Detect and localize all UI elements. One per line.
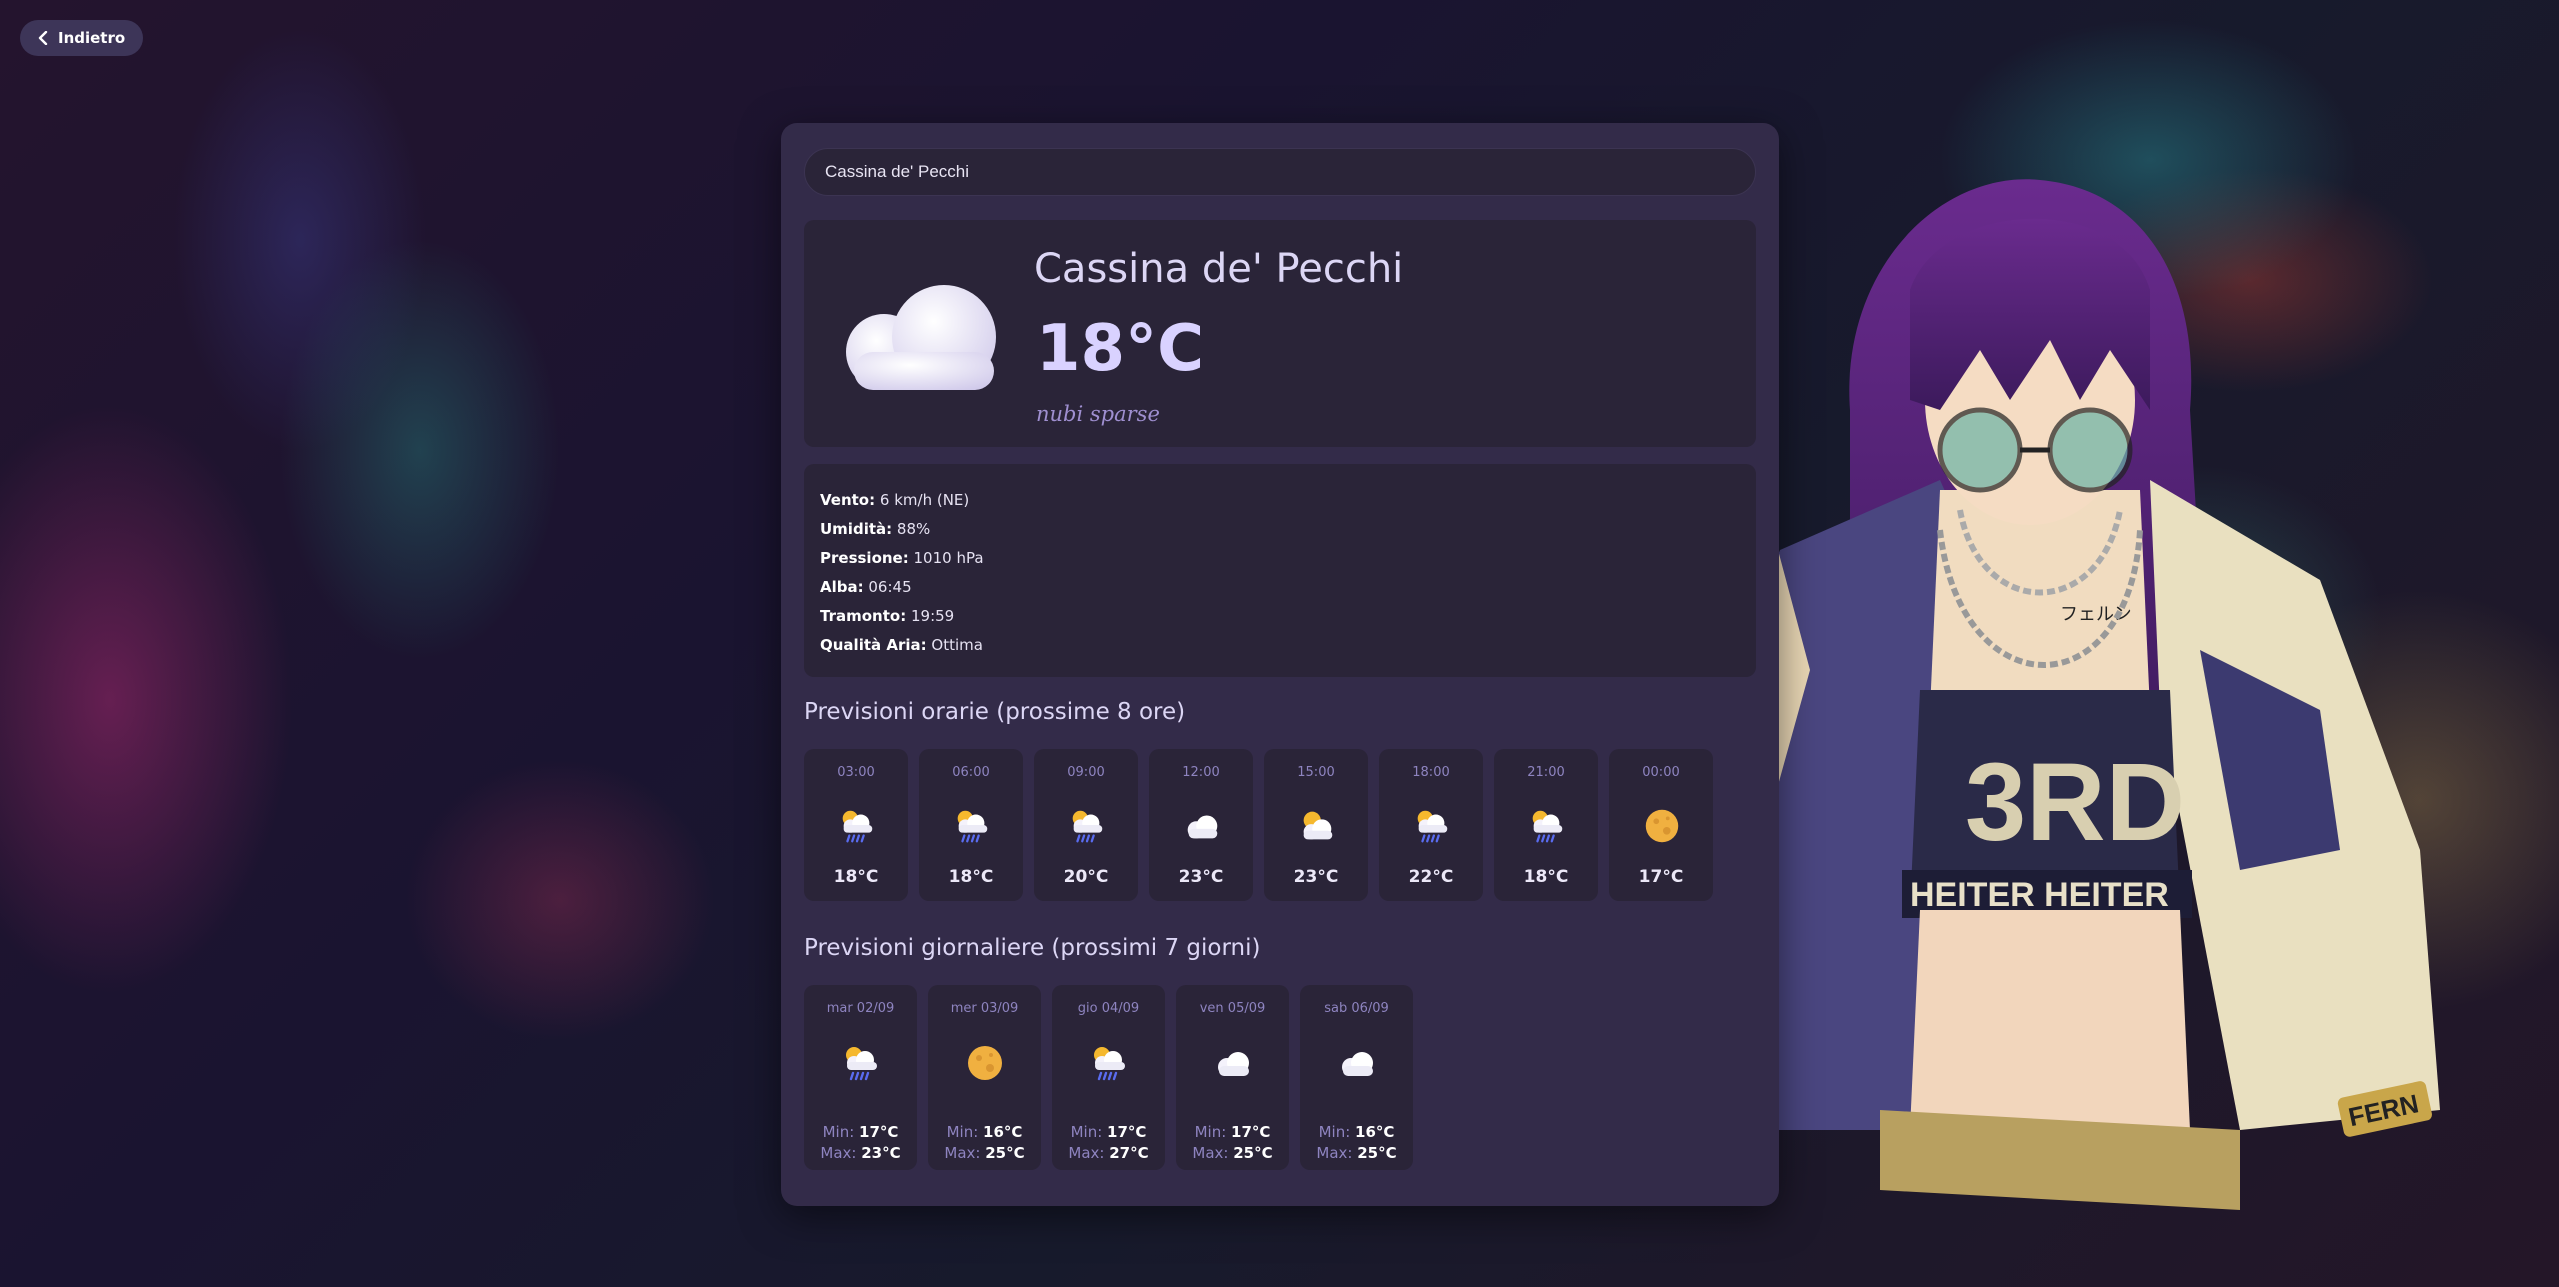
day-max-temp: Max: 25°C [1316, 1144, 1397, 1162]
hourly-card: 03:00 18°C [804, 749, 908, 901]
anime-character-illustration: 3RD HEITER HEITER フェルン FERN [1698, 179, 2440, 1210]
daily-card: mar 02/09 Min: 17°C Max: 23°C [804, 985, 917, 1170]
sun-cloud-icon [1296, 805, 1338, 847]
hour-time: 03:00 [837, 765, 875, 780]
detail-air-quality: Qualità Aria: Ottima [820, 636, 983, 654]
day-max-temp: Max: 25°C [1192, 1144, 1273, 1162]
hourly-forecast-title: Previsioni orarie (prossime 8 ore) [804, 699, 1186, 725]
hourly-card: 21:00 18°C [1494, 749, 1598, 901]
hour-temperature: 23°C [1293, 867, 1339, 887]
hour-temperature: 23°C [1178, 867, 1224, 887]
day-min-temp: Min: 17°C [1070, 1123, 1147, 1141]
daily-card: sab 06/09 Min: 16°C Max: 25°C [1300, 985, 1413, 1170]
hour-time: 12:00 [1182, 765, 1220, 780]
detail-pressure: Pressione: 1010 hPa [820, 549, 984, 567]
day-max-temp: Max: 25°C [944, 1144, 1025, 1162]
moon-icon [963, 1041, 1007, 1085]
hour-time: 21:00 [1527, 765, 1565, 780]
shirt-text: 3RD [1965, 741, 2185, 864]
hour-time: 00:00 [1642, 765, 1680, 780]
detail-humidity: Umidità: 88% [820, 520, 931, 538]
hour-temperature: 22°C [1408, 867, 1454, 887]
hour-temperature: 18°C [948, 867, 994, 887]
hourly-card: 06:00 18°C [919, 749, 1023, 901]
daily-card: ven 05/09 Min: 17°C Max: 25°C [1176, 985, 1289, 1170]
hour-time: 15:00 [1297, 765, 1335, 780]
daily-card: mer 03/09 Min: 16°C Max: 25°C [928, 985, 1041, 1170]
sun-cloud-rain-icon [1087, 1041, 1131, 1085]
day-max-temp: Max: 27°C [1068, 1144, 1149, 1162]
hour-temperature: 20°C [1063, 867, 1109, 887]
detail-sunrise: Alba: 06:45 [820, 578, 912, 596]
cloud-icon [846, 285, 996, 390]
hourly-card: 18:00 22°C [1379, 749, 1483, 901]
hour-temperature: 18°C [833, 867, 879, 887]
cloud-icon [1335, 1041, 1379, 1085]
day-min-temp: Min: 17°C [822, 1123, 899, 1141]
city-search-input[interactable]: Cassina de' Pecchi [804, 148, 1756, 196]
hourly-card: 09:00 20°C [1034, 749, 1138, 901]
hour-temperature: 17°C [1638, 867, 1684, 887]
daily-card: gio 04/09 Min: 17°C Max: 27°C [1052, 985, 1165, 1170]
day-date: mar 02/09 [826, 1001, 895, 1016]
hour-time: 06:00 [952, 765, 990, 780]
daily-forecast-list: mar 02/09 Min: 17°C Max: 23°C mer 03/09 Min:… [804, 985, 1413, 1170]
day-date: ven 05/09 [1199, 1001, 1266, 1016]
weather-panel: Cassina de' Pecchi Cassina de' Pecchi 18… [781, 123, 1779, 1206]
hourly-card: 12:00 23°C [1149, 749, 1253, 901]
hour-time: 09:00 [1067, 765, 1105, 780]
city-search-value: Cassina de' Pecchi [825, 162, 970, 181]
day-max-temp: Max: 23°C [820, 1144, 901, 1162]
current-weather-card: Cassina de' Pecchi 18°C nubi sparse [804, 220, 1756, 447]
sun-cloud-rain-icon [1066, 805, 1108, 847]
daily-forecast-title: Previsioni giornaliere (prossimi 7 giorn… [804, 935, 1261, 961]
cloud-icon [1211, 1041, 1255, 1085]
back-button-label: Indietro [58, 29, 126, 47]
hour-temperature: 18°C [1523, 867, 1569, 887]
day-date: mer 03/09 [950, 1001, 1019, 1016]
day-date: gio 04/09 [1077, 1001, 1140, 1016]
sun-cloud-rain-icon [839, 1041, 883, 1085]
day-min-temp: Min: 17°C [1194, 1123, 1271, 1141]
weather-details-card: Vento: 6 km/h (NE) Umidità: 88% Pression… [804, 464, 1756, 677]
day-min-temp: Min: 16°C [946, 1123, 1023, 1141]
band-text: HEITER HEITER [1910, 876, 2169, 914]
day-date: sab 06/09 [1324, 1001, 1389, 1016]
sun-cloud-rain-icon [951, 805, 993, 847]
city-name: Cassina de' Pecchi [1034, 246, 1404, 292]
hourly-forecast-list: 03:00 18°C 06:00 18°C 09:00 20°C 12:00 23°C 15:0… [804, 749, 1713, 901]
weather-description: nubi sparse [1036, 402, 1160, 426]
sun-cloud-rain-icon [1411, 805, 1453, 847]
hourly-card: 15:00 23°C [1264, 749, 1368, 901]
chevron-left-icon [38, 31, 48, 45]
moon-icon [1641, 805, 1683, 847]
cloud-icon [1181, 805, 1223, 847]
detail-wind: Vento: 6 km/h (NE) [820, 491, 970, 509]
hour-time: 18:00 [1412, 765, 1450, 780]
day-min-temp: Min: 16°C [1318, 1123, 1395, 1141]
hourly-card: 00:00 17°C [1609, 749, 1713, 901]
current-temperature: 18°C [1036, 312, 1205, 386]
sun-cloud-rain-icon [1526, 805, 1568, 847]
sun-cloud-rain-icon [836, 805, 878, 847]
detail-sunset: Tramonto: 19:59 [820, 607, 955, 625]
back-button[interactable]: Indietro [20, 20, 144, 56]
